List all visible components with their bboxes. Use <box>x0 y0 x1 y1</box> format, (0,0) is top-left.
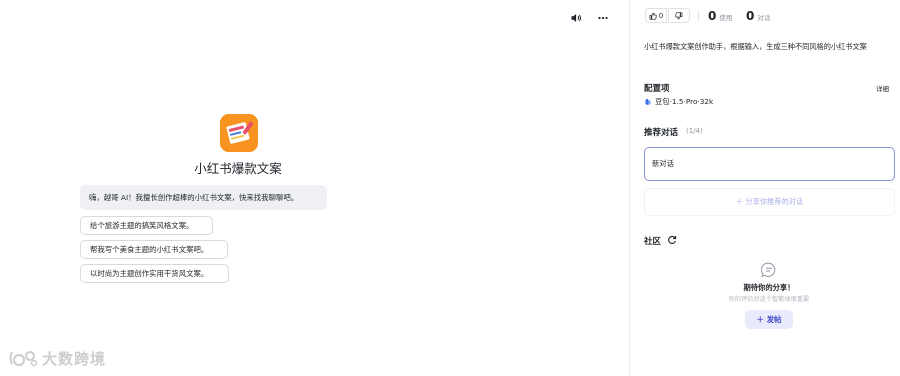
recommend-count: (1/4) <box>686 127 703 135</box>
uses-value: 0 <box>708 9 717 23</box>
new-chat-item[interactable]: 新对话 <box>644 147 895 181</box>
bot-description: 小红书爆款文案创作助手，根据输入，生成三种不同风格的小红书文案 <box>644 42 867 51</box>
like-button[interactable]: 0 <box>645 8 667 23</box>
chats-value: 0 <box>746 9 755 23</box>
model-name: 豆包·1.5·Pro·32k <box>655 97 714 106</box>
watermark-text: 大数跨境 <box>42 349 107 368</box>
comment-icon <box>761 262 776 278</box>
thumbs-down-icon <box>675 11 683 19</box>
config-section-title: 配置项 <box>644 84 670 94</box>
plus-icon: ＋ <box>756 315 764 324</box>
config-detail-link[interactable]: 详细 <box>876 83 889 93</box>
suggestion-chip[interactable]: 给个旅游主题的搞笑风格文案。 <box>80 216 213 235</box>
speaker-icon[interactable] <box>564 6 588 30</box>
empty-state-subtitle: 你的评价对这个智能体很重要 <box>728 296 810 303</box>
chats-label: 对话 <box>757 14 771 22</box>
dislike-button[interactable] <box>668 8 690 23</box>
watermark-logo-icon <box>9 351 38 367</box>
uses-label: 使用 <box>719 14 733 22</box>
more-horizontal-icon[interactable] <box>591 6 615 30</box>
chat-main-area: 小红书爆款文案 嗨，越哥 AI！我擅长创作超棒的小红书文案，快来找我聊聊吧。 给… <box>0 0 629 376</box>
community-section-title: 社区 <box>644 237 662 247</box>
thumbs-up-icon <box>649 12 657 20</box>
recommend-section-title: 推荐对话 <box>644 128 679 138</box>
post-button[interactable]: ＋ 发帖 <box>745 310 793 329</box>
greeting-message: 嗨，越哥 AI！我擅长创作超棒的小红书文案，快来找我聊聊吧。 <box>80 185 327 210</box>
post-label: 发帖 <box>766 315 782 324</box>
info-sidebar: 0 0 使用 0 对话 小红书爆款文案创作助手，根据输入，生成三种不同风格的小红… <box>630 0 900 376</box>
uses-stat: 0 使用 <box>708 9 732 23</box>
refresh-icon[interactable] <box>667 235 677 245</box>
like-count: 0 <box>658 11 664 20</box>
suggestion-chip[interactable]: 以时尚为主题创作实用干货风文案。 <box>80 264 229 283</box>
plus-icon: ＋ <box>735 197 744 206</box>
share-recommend-button[interactable]: ＋ 分享你推荐的对话 <box>644 188 895 216</box>
doubao-model-icon <box>645 98 651 105</box>
stats-separator <box>698 11 699 21</box>
watermark: 大数跨境 <box>8 347 106 369</box>
empty-state-title: 期待你的分享！ <box>743 283 795 292</box>
bot-avatar <box>220 114 258 152</box>
model-info: 豆包·1.5·Pro·32k <box>644 97 713 107</box>
bot-title: 小红书爆款文案 <box>194 161 282 176</box>
share-label: 分享你推荐的对话 <box>745 197 803 206</box>
suggestion-chip[interactable]: 帮我写个美食主题的小红书文案吧。 <box>80 240 228 259</box>
chats-stat: 0 对话 <box>746 9 770 23</box>
